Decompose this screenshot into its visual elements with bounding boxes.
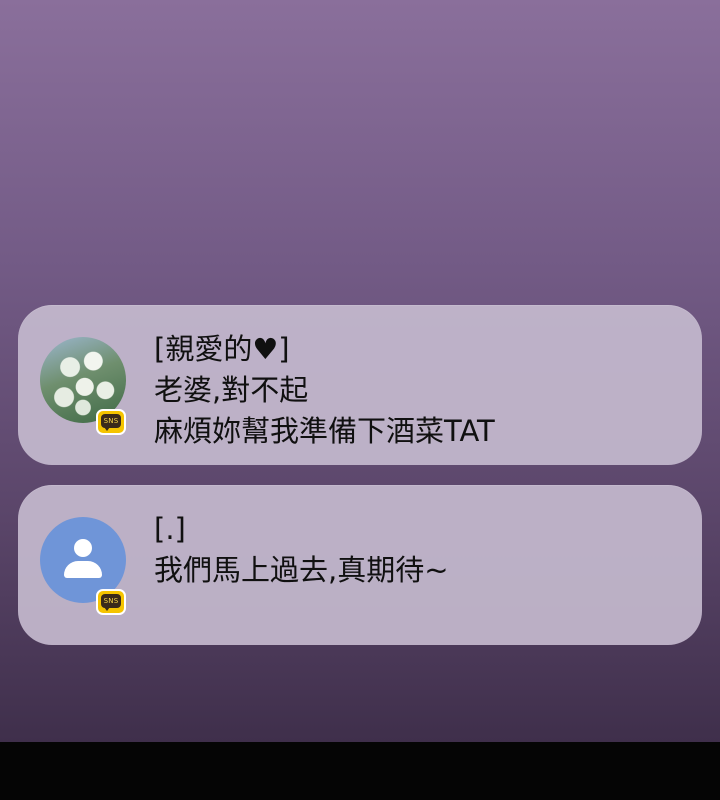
- bottom-black-bar: [0, 742, 720, 800]
- speech-tail-icon: [104, 427, 110, 431]
- speech-tail-icon: [104, 607, 110, 611]
- notification-card-2[interactable]: SNS [.] 我們馬上過去,真期待~: [18, 485, 702, 645]
- notification-sender: [.]: [154, 512, 186, 546]
- person-body-shape: [64, 561, 102, 578]
- phone-lock-screen: SNS [親愛的♥] 老婆,對不起 麻煩妳幫我準備下酒菜TAT SNS [.] …: [0, 0, 720, 742]
- notification-text: [親愛的♥] 老婆,對不起 麻煩妳幫我準備下酒菜TAT: [154, 329, 678, 452]
- sns-badge-label: SNS: [101, 414, 121, 428]
- notification-sender: [親愛的♥]: [154, 332, 290, 366]
- sns-app-icon: SNS: [96, 589, 126, 615]
- notification-text: [.] 我們馬上過去,真期待~: [154, 509, 678, 591]
- notification-message-line: 老婆,對不起: [154, 373, 309, 407]
- person-head-shape: [74, 539, 92, 557]
- notification-message-line: 我們馬上過去,真期待~: [154, 553, 449, 587]
- notification-message-line: 麻煩妳幫我準備下酒菜TAT: [154, 414, 495, 448]
- sns-badge-label: SNS: [101, 594, 121, 608]
- notification-card-1[interactable]: SNS [親愛的♥] 老婆,對不起 麻煩妳幫我準備下酒菜TAT: [18, 305, 702, 465]
- sns-app-icon: SNS: [96, 409, 126, 435]
